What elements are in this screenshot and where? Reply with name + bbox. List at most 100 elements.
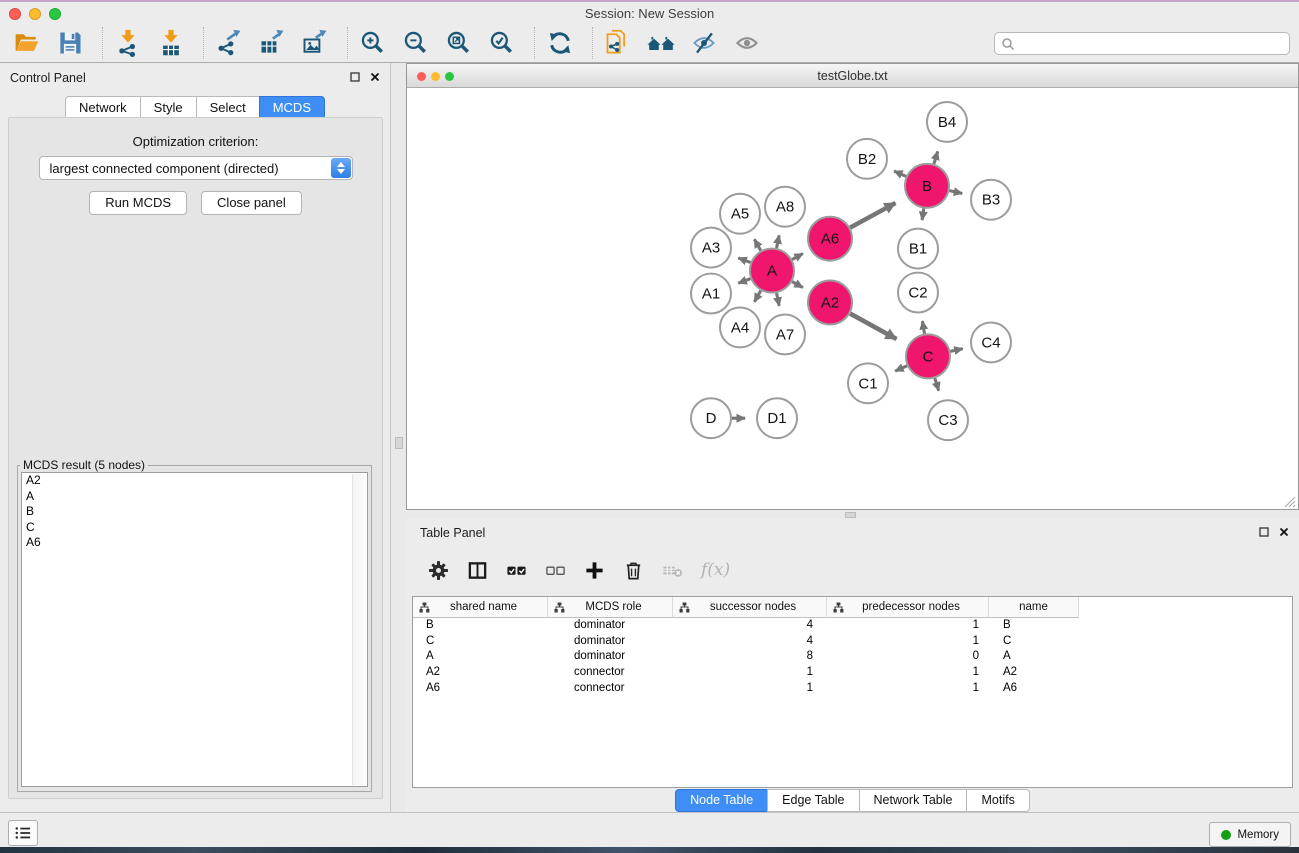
import-table-button[interactable] xyxy=(156,28,186,58)
graph-edge-B-B1[interactable] xyxy=(922,208,924,219)
graph-edge-A6-B[interactable] xyxy=(850,203,895,228)
optimization-criterion-label: Optimization criterion: xyxy=(9,134,382,149)
resize-grip-icon[interactable] xyxy=(1284,495,1296,507)
table-row[interactable]: A2connector11A2 xyxy=(413,665,1292,681)
zoom-in-button[interactable] xyxy=(358,28,388,58)
first-neighbors-button[interactable] xyxy=(646,28,676,58)
control-panel-header: Control Panel xyxy=(0,63,390,91)
tab-motifs[interactable]: Motifs xyxy=(966,789,1029,812)
search-box xyxy=(994,32,1290,55)
table-cell: A2 xyxy=(413,665,548,681)
graph-edge-C-C3[interactable] xyxy=(935,378,939,390)
vertical-splitter-handle[interactable] xyxy=(395,437,403,449)
graph-edge-A-A8[interactable] xyxy=(777,235,780,248)
add-column-button[interactable] xyxy=(582,558,606,582)
column-header-predecessor-nodes[interactable]: predecessor nodes xyxy=(827,597,989,618)
graph-edge-A-A6[interactable] xyxy=(792,254,803,260)
graph-edge-A-A2[interactable] xyxy=(792,282,803,288)
graph-node-label-B2: B2 xyxy=(858,151,876,168)
clear-table-icon xyxy=(662,560,683,581)
zoom-out-icon xyxy=(402,29,430,57)
close-panel-button[interactable]: Close panel xyxy=(201,191,302,215)
delete-column-button[interactable] xyxy=(621,558,645,582)
import-table-icon xyxy=(157,29,185,57)
table-cell: 1 xyxy=(827,681,989,697)
column-header-successor-nodes[interactable]: successor nodes xyxy=(673,597,827,618)
deselect-all-button[interactable] xyxy=(543,558,567,582)
graph-edge-A-A5[interactable] xyxy=(754,239,760,250)
close-panel-icon[interactable] xyxy=(370,72,380,82)
select-all-icon xyxy=(506,560,527,581)
settings-button[interactable] xyxy=(426,558,450,582)
show-all-button[interactable] xyxy=(732,28,762,58)
graph-edge-B-B2[interactable] xyxy=(894,171,906,176)
open-session-icon xyxy=(13,29,41,57)
graph-edge-A2-C[interactable] xyxy=(850,314,896,339)
float-panel-icon[interactable] xyxy=(1259,527,1269,537)
tab-edge-table[interactable]: Edge Table xyxy=(767,789,859,812)
hide-selected-button[interactable] xyxy=(689,28,719,58)
table-cell-filler xyxy=(1079,649,1292,665)
export-image-button[interactable] xyxy=(300,28,330,58)
graph-node-label-B: B xyxy=(922,178,932,195)
table-panel-tabs: Node TableEdge TableNetwork TableMotifs xyxy=(406,789,1299,812)
split-panel-button[interactable] xyxy=(465,558,489,582)
tab-node-table[interactable]: Node Table xyxy=(675,789,768,812)
graph-edge-C-C4[interactable] xyxy=(950,349,962,352)
graph-edge-C-C2[interactable] xyxy=(922,321,924,334)
graph-edge-A-A1[interactable] xyxy=(738,279,750,284)
run-mcds-button[interactable]: Run MCDS xyxy=(89,191,187,215)
float-panel-icon[interactable] xyxy=(350,72,360,82)
save-session-icon xyxy=(56,29,84,57)
table-panel-title: Table Panel xyxy=(420,526,485,540)
table-cell: A xyxy=(989,649,1079,665)
table-row[interactable]: Adominator80A xyxy=(413,649,1292,665)
graph-edge-A-A4[interactable] xyxy=(754,291,760,302)
table-cell: dominator xyxy=(548,649,673,665)
graph-node-label-A5: A5 xyxy=(731,206,749,223)
table-row[interactable]: Bdominator41B xyxy=(413,618,1292,634)
column-header-name[interactable]: name xyxy=(989,597,1079,618)
scrollbar-track[interactable] xyxy=(352,474,366,785)
desktop-wallpaper-strip xyxy=(0,847,1299,853)
memory-button[interactable]: Memory xyxy=(1209,822,1291,847)
network-graph[interactable]: B4B2BB3A5A8A6B1A3AA1C2A2A4A7CC4C1C3DD1 xyxy=(407,89,1298,509)
graph-edge-A-A7[interactable] xyxy=(777,293,780,306)
table-row[interactable]: Cdominator41C xyxy=(413,634,1292,650)
table-cell: A6 xyxy=(413,681,548,697)
refresh-layout-button[interactable] xyxy=(545,28,575,58)
export-table-icon xyxy=(258,29,286,57)
mcds-tab-content: Optimization criterion: largest connecte… xyxy=(8,117,383,799)
function-builder-icon[interactable]: f(x) xyxy=(701,560,730,580)
zoom-out-button[interactable] xyxy=(401,28,431,58)
graph-edge-B-B3[interactable] xyxy=(949,191,962,194)
import-network-button[interactable] xyxy=(113,28,143,58)
zoom-fit-button[interactable] xyxy=(444,28,474,58)
graph-node-label-A: A xyxy=(767,263,777,280)
clear-table-button[interactable] xyxy=(660,558,684,582)
table-cell: C xyxy=(413,634,548,650)
export-table-button[interactable] xyxy=(257,28,287,58)
graph-edge-C-C1[interactable] xyxy=(895,366,907,371)
table-cell: B xyxy=(989,618,1079,634)
table-cell: 4 xyxy=(673,634,827,650)
column-header-shared-name[interactable]: shared name xyxy=(413,597,548,618)
table-row[interactable]: A6connector11A6 xyxy=(413,681,1292,697)
network-window-titlebar[interactable]: testGlobe.txt xyxy=(407,64,1298,88)
close-panel-icon[interactable] xyxy=(1279,527,1289,537)
network-canvas[interactable]: B4B2BB3A5A8A6B1A3AA1C2A2A4A7CC4C1C3DD1 xyxy=(407,89,1298,509)
open-session-button[interactable] xyxy=(12,28,42,58)
task-history-button[interactable] xyxy=(8,820,38,846)
select-all-button[interactable] xyxy=(504,558,528,582)
optimization-criterion-select[interactable]: largest connected component (directed) xyxy=(39,156,353,180)
graph-edge-A-A3[interactable] xyxy=(738,258,750,263)
column-header-MCDS-role[interactable]: MCDS role xyxy=(548,597,673,618)
save-session-button[interactable] xyxy=(55,28,85,58)
new-network-from-selection-button[interactable] xyxy=(603,28,633,58)
export-image-icon xyxy=(301,29,329,57)
graph-edge-B-B4[interactable] xyxy=(934,151,938,163)
search-input[interactable] xyxy=(1015,34,1289,53)
tab-network-table[interactable]: Network Table xyxy=(859,789,968,812)
export-network-button[interactable] xyxy=(214,28,244,58)
zoom-selected-button[interactable] xyxy=(487,28,517,58)
